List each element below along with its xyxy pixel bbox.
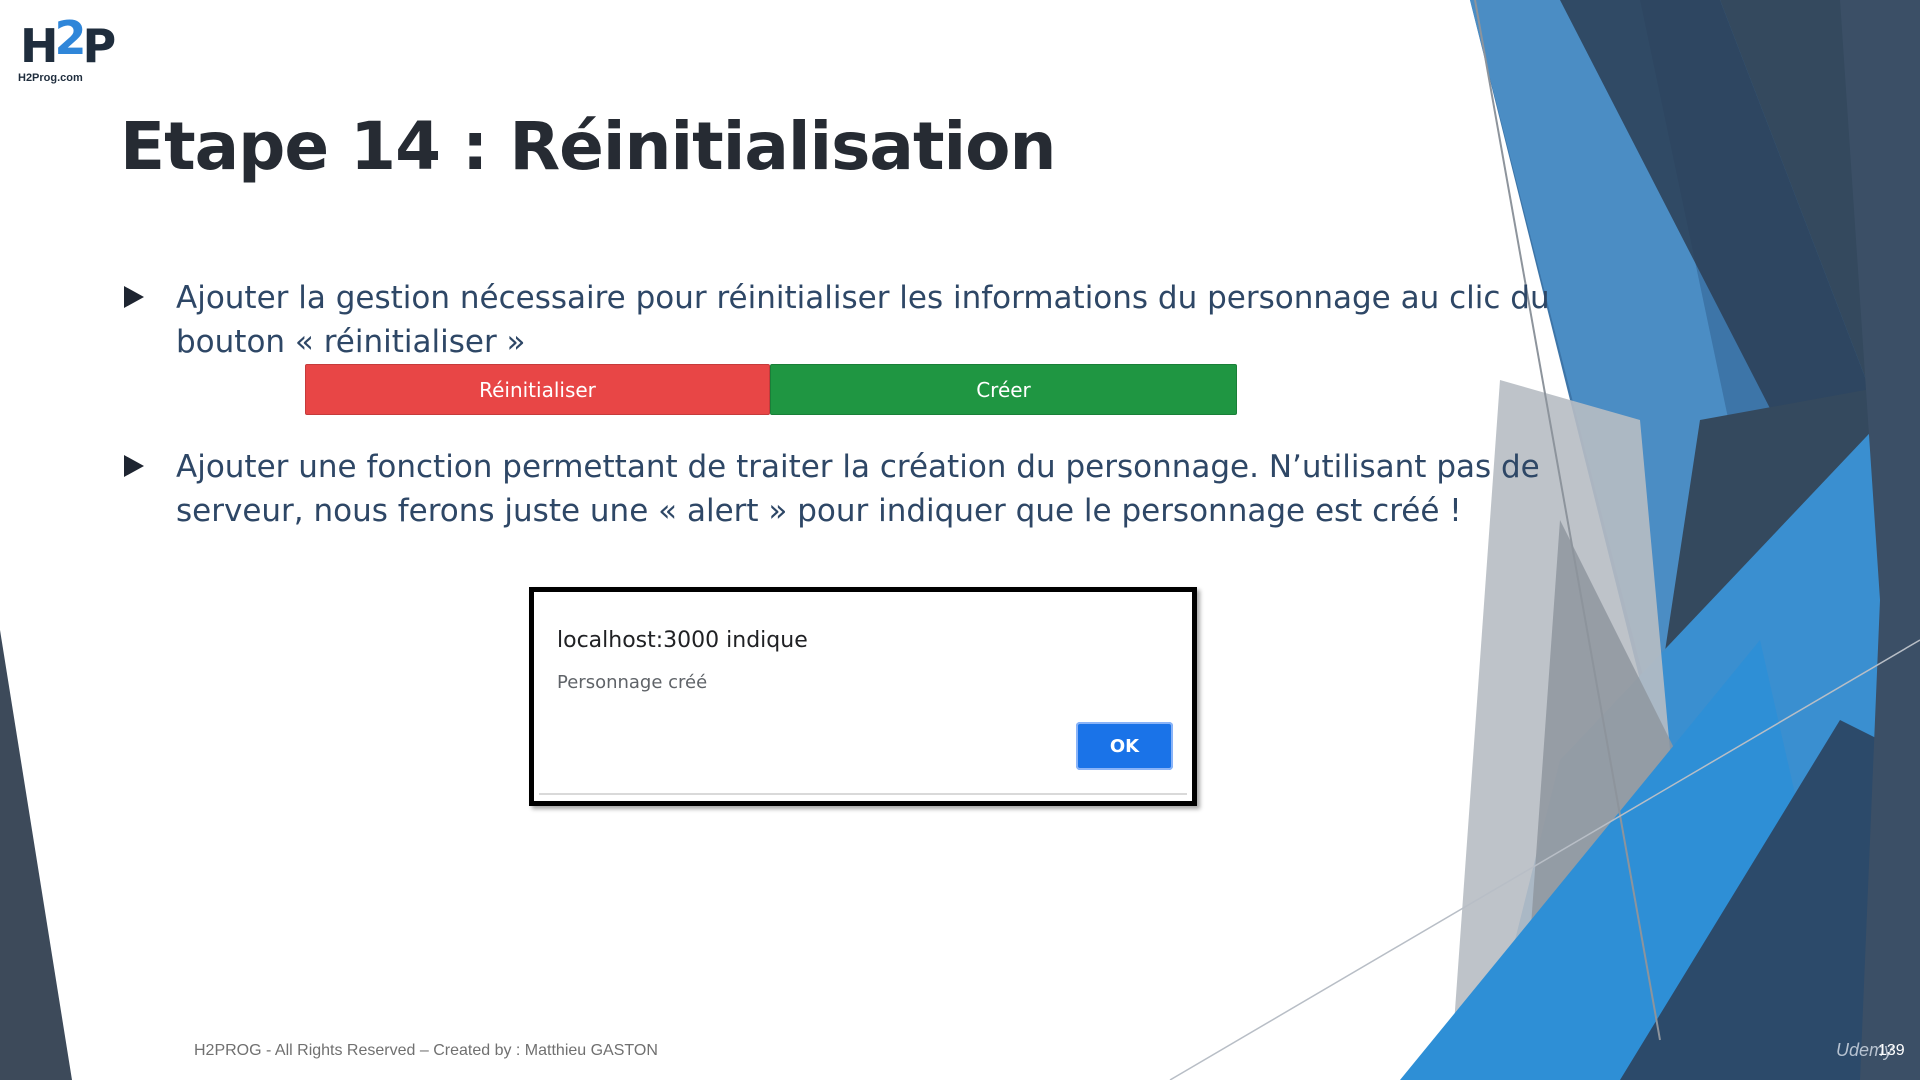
logo-mark: H2P bbox=[20, 11, 117, 74]
alert-dialog-body: localhost:3000 indique Personnage créé O… bbox=[539, 598, 1187, 795]
alert-dialog: localhost:3000 indique Personnage créé O… bbox=[529, 587, 1197, 806]
page-number: 139 bbox=[1878, 1042, 1905, 1059]
bullet-text-1: Ajouter la gestion nécessaire pour réini… bbox=[176, 280, 1550, 360]
bullet-text-2: Ajouter une fonction permettant de trait… bbox=[176, 449, 1540, 529]
create-button[interactable]: Créer bbox=[770, 364, 1237, 415]
alert-dialog-title: localhost:3000 indique bbox=[557, 628, 808, 653]
slide-title: Etape 14 : Réinitialisation bbox=[120, 108, 1056, 185]
bullet-arrow-icon bbox=[124, 286, 144, 308]
logo-letter-2: 2 bbox=[54, 11, 87, 65]
reset-button[interactable]: Réinitialiser bbox=[305, 364, 770, 415]
slide: H2P H2Prog.com Etape 14 : Réinitialisati… bbox=[0, 0, 1920, 1080]
logo-letter-p: P bbox=[82, 19, 117, 73]
alert-dialog-message: Personnage créé bbox=[557, 672, 708, 693]
logo-site-name: H2Prog.com bbox=[18, 72, 83, 84]
footer-copyright: H2PROG - All Rights Reserved – Created b… bbox=[194, 1042, 658, 1059]
logo-letter-h: H bbox=[20, 19, 58, 73]
ok-button[interactable]: OK bbox=[1076, 722, 1173, 770]
h2prog-logo: H2P H2Prog.com bbox=[16, 11, 116, 88]
bullet-arrow-icon bbox=[124, 455, 144, 477]
